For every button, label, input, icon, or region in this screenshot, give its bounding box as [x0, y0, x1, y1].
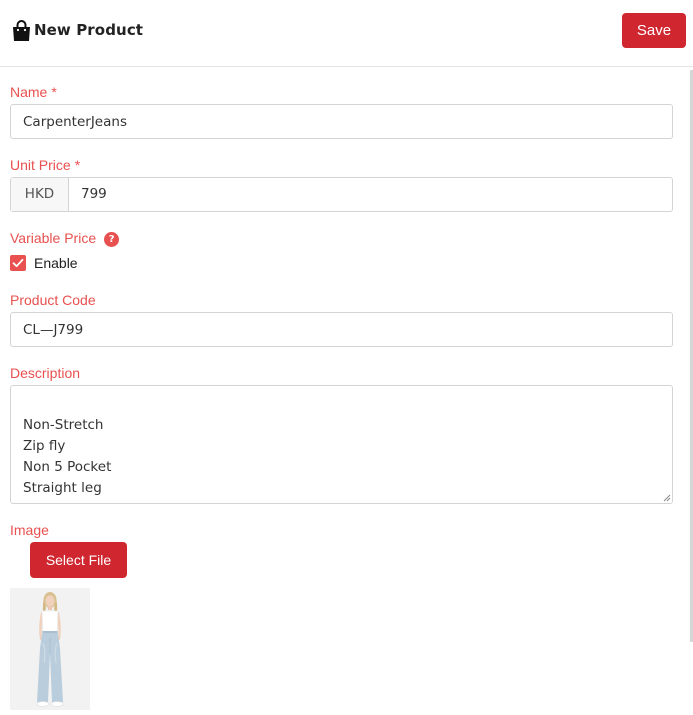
variable-price-label: Variable Price? — [10, 230, 120, 247]
unit-price-group: HKD — [10, 177, 673, 212]
currency-addon: HKD — [11, 178, 69, 211]
name-label: Name * — [10, 84, 57, 100]
unit-price-input[interactable] — [69, 178, 672, 211]
variable-price-label-text: Variable Price — [10, 230, 97, 246]
required-mark: * — [51, 84, 57, 100]
product-code-label-text: Product Code — [10, 292, 96, 308]
unit-price-label-text: Unit Price — [10, 157, 71, 173]
select-file-button[interactable]: Select File — [30, 542, 127, 578]
checkmark-icon — [12, 258, 24, 268]
variable-price-enable-row: Enable — [10, 254, 78, 272]
unit-price-label: Unit Price * — [10, 157, 80, 173]
app-header: New Product Save — [0, 0, 693, 67]
image-label: Image — [10, 522, 49, 538]
description-text: Non-Stretch Zip fly Non 5 Pocket Straigh… — [23, 417, 112, 496]
name-label-text: Name — [10, 84, 48, 100]
description-textarea[interactable]: Non-Stretch Zip fly Non 5 Pocket Straigh… — [10, 385, 673, 504]
image-label-text: Image — [10, 522, 49, 538]
product-code-label: Product Code — [10, 292, 96, 308]
shopping-bag-icon — [13, 20, 30, 41]
page-title: New Product — [34, 21, 144, 39]
save-button[interactable]: Save — [622, 13, 686, 48]
enable-checkbox[interactable] — [10, 255, 26, 271]
question-circle-icon[interactable]: ? — [104, 232, 120, 247]
required-mark: * — [74, 157, 81, 173]
description-label: Description — [10, 365, 80, 381]
enable-label: Enable — [34, 255, 78, 271]
product-image-thumbnail — [10, 588, 90, 710]
product-code-input[interactable] — [10, 312, 673, 347]
resize-handle-icon[interactable] — [661, 492, 671, 502]
description-label-text: Description — [10, 365, 81, 381]
product-photo — [10, 588, 90, 710]
name-input[interactable] — [10, 104, 673, 139]
